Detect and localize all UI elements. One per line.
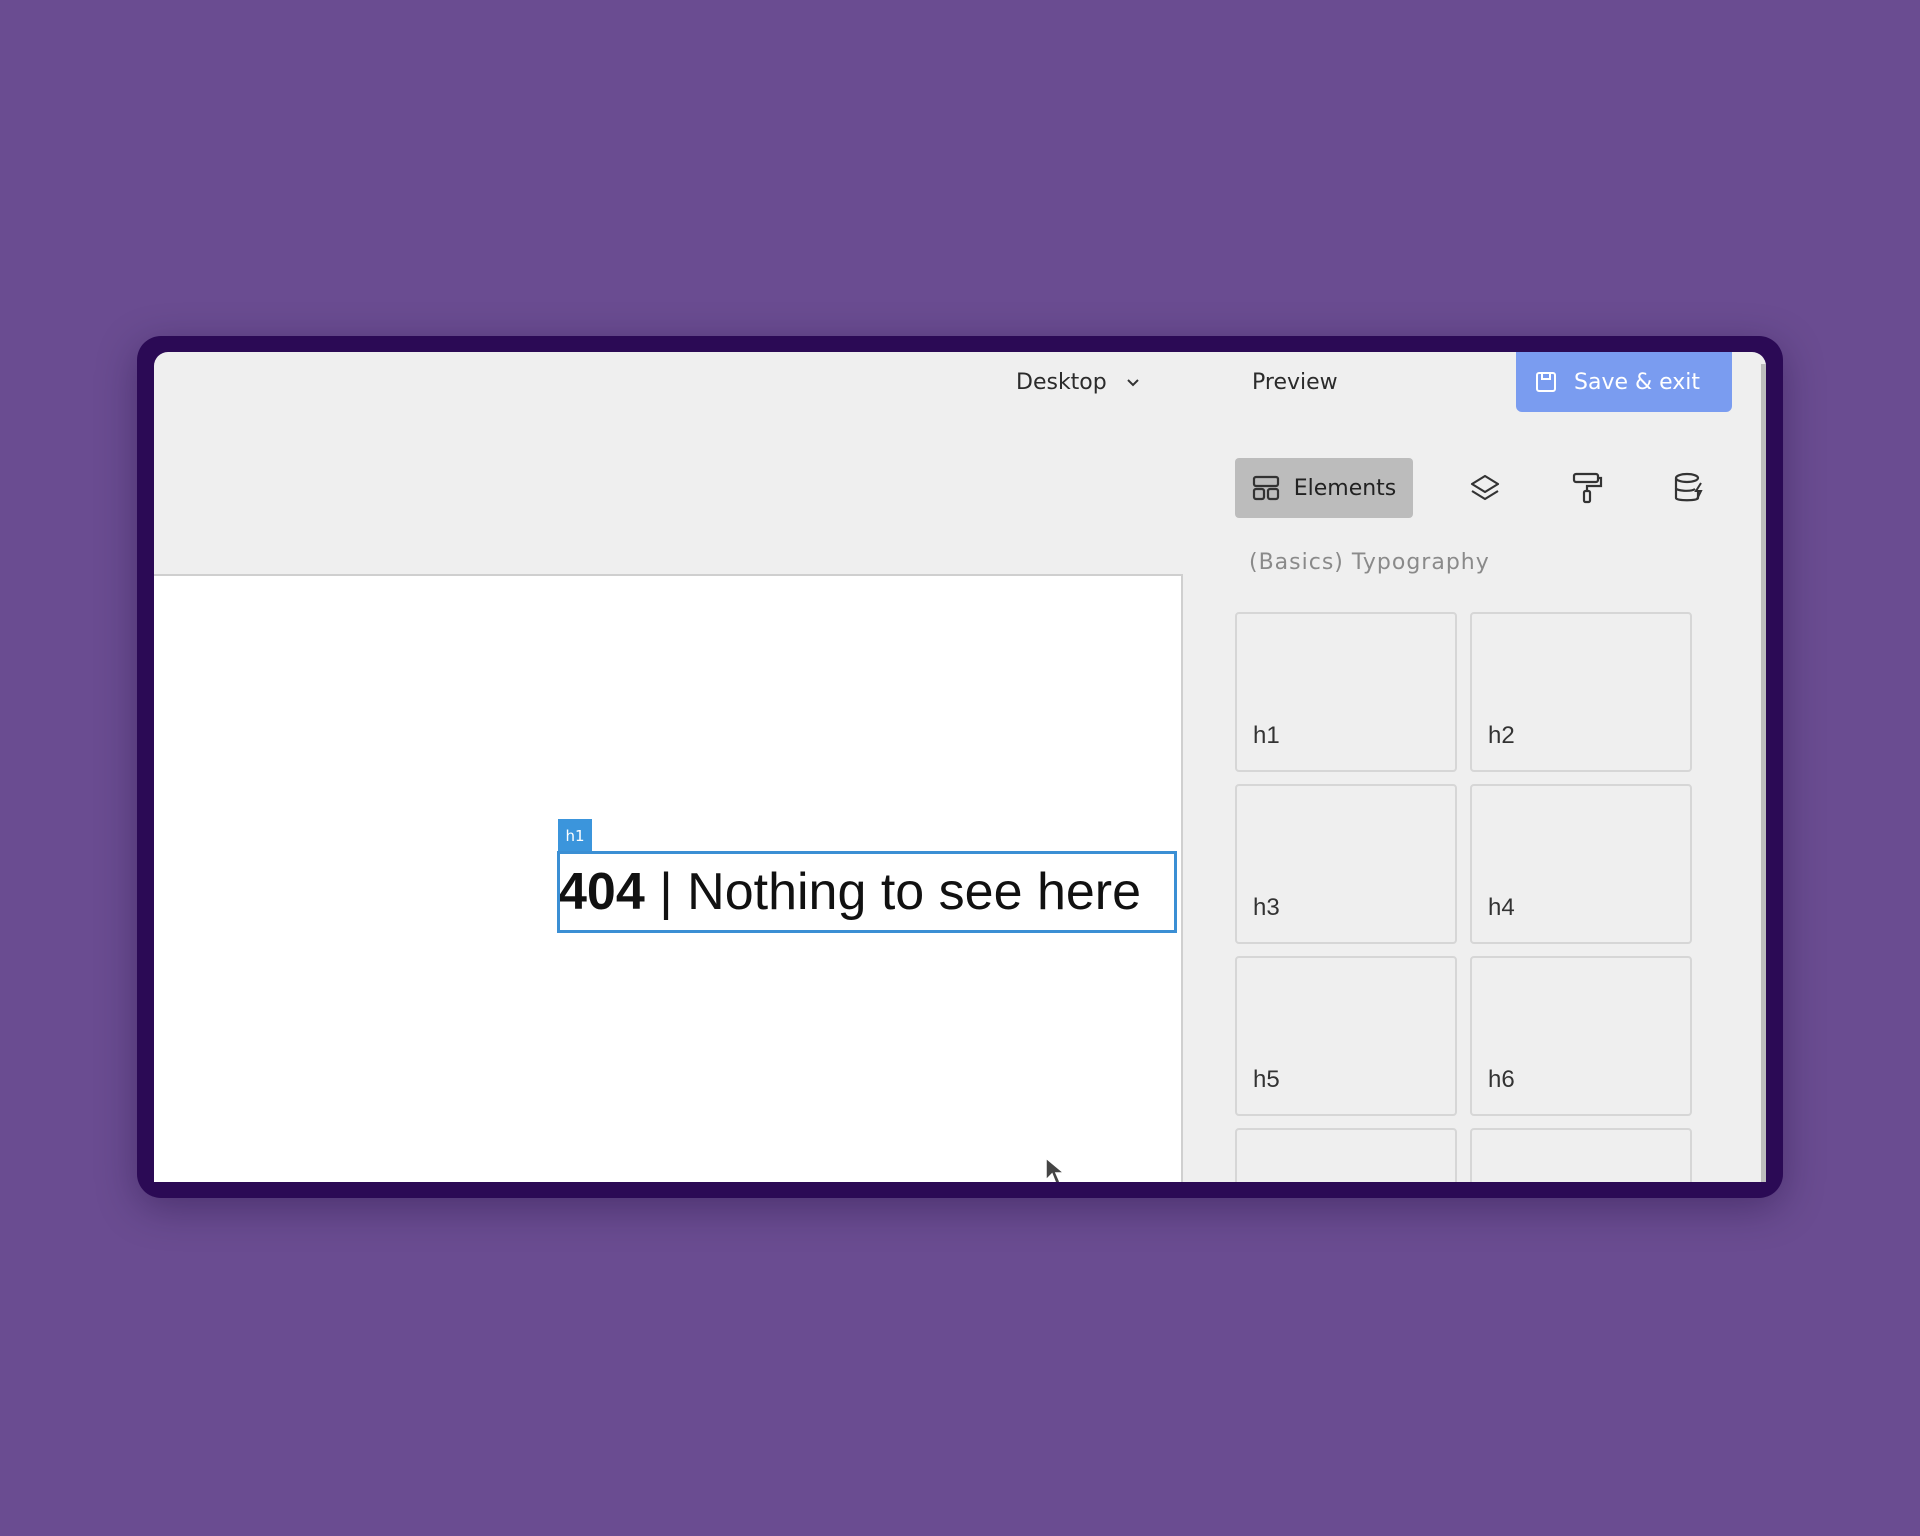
tile-label: h1 bbox=[1253, 722, 1280, 749]
chevron-down-icon bbox=[1127, 379, 1139, 387]
tile-h3[interactable]: h3 bbox=[1235, 784, 1457, 944]
heading-text: 404 | Nothing to see here bbox=[558, 862, 1142, 922]
tile-h1[interactable]: h1 bbox=[1235, 612, 1457, 772]
tile-partial[interactable] bbox=[1235, 1128, 1457, 1182]
tile-label: h5 bbox=[1253, 1066, 1280, 1093]
window-scrollbar[interactable] bbox=[1761, 364, 1766, 1182]
tile-h5[interactable]: h5 bbox=[1235, 956, 1457, 1116]
mouse-pointer-icon bbox=[1045, 1156, 1066, 1182]
page-canvas[interactable]: h1 404 | Nothing to see here bbox=[154, 574, 1183, 1182]
heading-rest-text: | Nothing to see here bbox=[644, 863, 1142, 921]
tile-h6[interactable]: h6 bbox=[1470, 956, 1692, 1116]
tile-label: h2 bbox=[1488, 722, 1515, 749]
editor-window: Desktop Preview Save & exit h1 404 | Not… bbox=[154, 352, 1766, 1182]
tab-elements[interactable]: Elements bbox=[1235, 458, 1413, 518]
tile-label: h6 bbox=[1488, 1066, 1515, 1093]
section-title: (Basics) Typography bbox=[1249, 550, 1490, 575]
device-label: Desktop bbox=[1016, 369, 1107, 395]
selected-element-tag: h1 bbox=[558, 819, 592, 853]
tab-layers[interactable] bbox=[1460, 458, 1510, 518]
tab-elements-label: Elements bbox=[1293, 475, 1397, 501]
save-exit-button[interactable]: Save & exit bbox=[1516, 352, 1732, 412]
tile-h4[interactable]: h4 bbox=[1470, 784, 1692, 944]
database-icon bbox=[1674, 472, 1703, 502]
tile-partial[interactable] bbox=[1470, 1128, 1692, 1182]
preview-button[interactable]: Preview bbox=[1252, 352, 1338, 412]
elements-icon bbox=[1252, 475, 1279, 501]
tile-h2[interactable]: h2 bbox=[1470, 612, 1692, 772]
paint-roller-icon bbox=[1572, 472, 1603, 504]
save-exit-label: Save & exit bbox=[1574, 369, 1701, 395]
save-icon bbox=[1536, 372, 1556, 392]
tab-data[interactable] bbox=[1664, 458, 1714, 518]
tile-label: h4 bbox=[1488, 894, 1515, 921]
tab-style[interactable] bbox=[1562, 458, 1612, 518]
tile-label: h3 bbox=[1253, 894, 1280, 921]
device-selector[interactable]: Desktop bbox=[1016, 352, 1141, 412]
selected-heading[interactable]: 404 | Nothing to see here bbox=[557, 851, 1177, 933]
heading-bold-text: 404 bbox=[558, 863, 645, 921]
layers-icon bbox=[1470, 474, 1500, 501]
